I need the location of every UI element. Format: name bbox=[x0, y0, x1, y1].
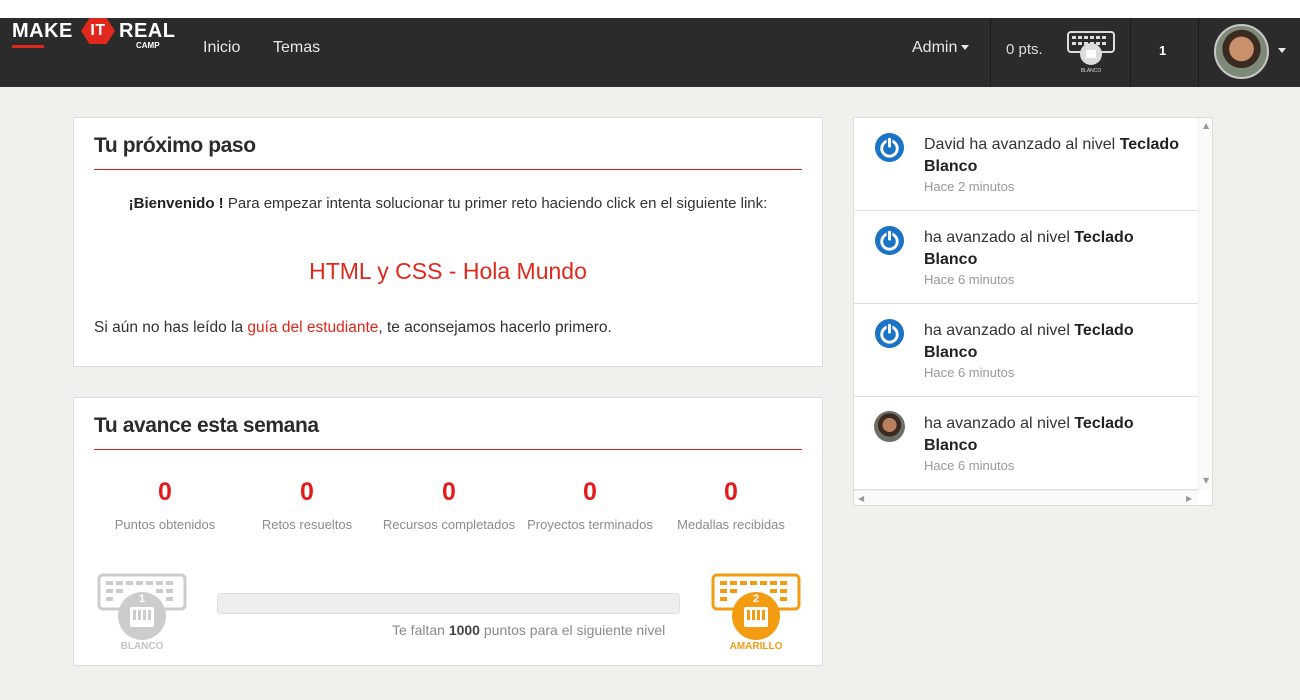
feed-action: ha avanzado al nivel bbox=[924, 229, 1075, 246]
chevron-down-icon bbox=[961, 45, 970, 51]
welcome-bold: ¡Bienvenido ! bbox=[128, 195, 224, 212]
challenge-link[interactable]: HTML y CSS - Hola Mundo bbox=[94, 258, 802, 285]
chevron-down-icon[interactable] bbox=[1278, 48, 1286, 53]
admin-dropdown[interactable]: Admin bbox=[912, 39, 970, 57]
feed-time: Hace 2 minutos bbox=[924, 179, 1015, 194]
student-guide-link[interactable]: guía del estudiante bbox=[247, 319, 378, 336]
logo[interactable]: MAKE IT REAL CAMP bbox=[12, 18, 175, 52]
scroll-left-icon[interactable]: ◀ bbox=[858, 494, 864, 503]
feed-text: ha avanzado al nivel Teclado Blanco Hace… bbox=[924, 413, 1184, 475]
vertical-scrollbar[interactable]: ▲ ▼ bbox=[1198, 118, 1212, 490]
stat-label: Puntos obtenidos bbox=[114, 517, 216, 532]
feed-actor: David bbox=[924, 136, 965, 153]
notification-count[interactable]: 1 bbox=[1159, 43, 1166, 58]
stat-value: 0 bbox=[300, 478, 314, 506]
nav-temas-link[interactable]: Temas bbox=[273, 39, 320, 57]
feed-text: David ha avanzado al nivel Teclado Blanc… bbox=[924, 134, 1184, 196]
remaining-points-text: Te faltan 1000 puntos para el siguiente … bbox=[392, 622, 665, 638]
feed-text: ha avanzado al nivel Teclado Blanco Hace… bbox=[924, 320, 1184, 382]
power-icon bbox=[874, 318, 905, 349]
scroll-up-icon[interactable]: ▲ bbox=[1203, 121, 1209, 130]
logo-it: IT bbox=[81, 18, 115, 44]
stat-label: Retos resueltos bbox=[261, 517, 353, 532]
power-icon bbox=[874, 132, 905, 163]
feed-time: Hace 6 minutos bbox=[924, 458, 1015, 473]
feed-time: Hace 6 minutos bbox=[924, 365, 1015, 380]
feed-item: ha avanzado al nivel Teclado Blanco Hace… bbox=[854, 211, 1198, 304]
scroll-down-icon[interactable]: ▼ bbox=[1203, 476, 1209, 485]
week-progress-panel: Tu avance esta semana 0 Puntos obtenidos… bbox=[73, 397, 823, 666]
stat-challenges: 0 Retos resueltos bbox=[236, 478, 378, 532]
stat-label: Recursos completados bbox=[382, 517, 516, 532]
keyboard-level-icon: 2 bbox=[711, 573, 801, 640]
current-level-number: 1 bbox=[139, 593, 145, 605]
next-step-panel: Tu próximo paso ¡Bienvenido ! Para empez… bbox=[73, 117, 823, 367]
panel-title: Tu avance esta semana bbox=[94, 414, 319, 437]
stat-medals: 0 Medallas recibidas bbox=[660, 478, 802, 532]
remaining-points: 1000 bbox=[448, 622, 480, 638]
current-level-badge: 1 BLANCO bbox=[96, 572, 188, 657]
nav-divider bbox=[1198, 18, 1199, 87]
stat-label: Medallas recibidas bbox=[677, 517, 785, 532]
user-avatar bbox=[874, 411, 905, 442]
current-level-name: BLANCO bbox=[120, 641, 164, 652]
feed-time: Hace 6 minutos bbox=[924, 272, 1015, 287]
guide-message: Si aún no has leído la guía del estudian… bbox=[94, 319, 612, 337]
stat-value: 0 bbox=[442, 478, 456, 506]
logo-make: MAKE bbox=[12, 20, 73, 42]
guide-suffix: , te aconsejamos hacerlo primero. bbox=[378, 319, 612, 336]
power-icon bbox=[874, 225, 905, 256]
stat-projects: 0 Proyectos terminados bbox=[519, 478, 661, 532]
nav-inicio-link[interactable]: Inicio bbox=[203, 39, 240, 57]
feed-item: David ha avanzado al nivel Teclado Blanc… bbox=[854, 118, 1198, 211]
admin-label: Admin bbox=[912, 39, 958, 56]
horizontal-scrollbar[interactable]: ◀ ▶ bbox=[854, 490, 1198, 505]
logo-underline bbox=[12, 45, 44, 48]
points-display: 0 pts. bbox=[1006, 41, 1043, 58]
remaining-prefix: Te faltan bbox=[392, 622, 449, 638]
feed-action: ha avanzado al nivel bbox=[964, 136, 1120, 153]
title-divider bbox=[94, 449, 802, 450]
remaining-suffix: puntos para el siguiente nivel bbox=[479, 622, 666, 638]
stat-label: Proyectos terminados bbox=[527, 517, 653, 532]
welcome-text: Para empezar intenta solucionar tu prime… bbox=[223, 195, 768, 212]
feed-action: ha avanzado al nivel bbox=[924, 415, 1075, 432]
keyboard-level-icon[interactable]: BLANCO bbox=[1066, 30, 1116, 74]
feed-text: ha avanzado al nivel Teclado Blanco Hace… bbox=[924, 227, 1184, 289]
feed-item: ha avanzado al nivel Teclado Blanco Hace… bbox=[854, 397, 1198, 490]
user-avatar[interactable] bbox=[1214, 24, 1269, 79]
stat-resources: 0 Recursos completados bbox=[378, 478, 520, 532]
welcome-message: ¡Bienvenido ! Para empezar intenta soluc… bbox=[94, 193, 802, 215]
nav-divider bbox=[1130, 18, 1131, 87]
stat-value: 0 bbox=[583, 478, 597, 506]
stat-points: 0 Puntos obtenidos bbox=[94, 478, 236, 532]
feed-item: ha avanzado al nivel Teclado Blanco Hace… bbox=[854, 304, 1198, 397]
guide-prefix: Si aún no has leído la bbox=[94, 319, 248, 336]
scroll-right-icon[interactable]: ▶ bbox=[1186, 494, 1192, 503]
next-level-number: 2 bbox=[753, 593, 759, 605]
logo-camp: CAMP bbox=[136, 41, 160, 50]
stat-value: 0 bbox=[158, 478, 172, 506]
nav-divider bbox=[990, 18, 991, 87]
stat-value: 0 bbox=[724, 478, 738, 506]
keyboard-level-icon: 1 bbox=[97, 573, 187, 640]
logo-real: REAL bbox=[119, 20, 176, 42]
next-level-badge: 2 AMARILLO bbox=[710, 572, 802, 657]
panel-title: Tu próximo paso bbox=[94, 134, 256, 157]
keyboard-level-label: BLANCO bbox=[1081, 68, 1102, 74]
feed-action: ha avanzado al nivel bbox=[924, 322, 1075, 339]
top-strip bbox=[0, 0, 1300, 18]
title-divider bbox=[94, 169, 802, 170]
next-level-name: AMARILLO bbox=[729, 641, 783, 652]
activity-feed[interactable]: David ha avanzado al nivel Teclado Blanc… bbox=[853, 117, 1213, 506]
level-progress-bar bbox=[217, 593, 680, 614]
